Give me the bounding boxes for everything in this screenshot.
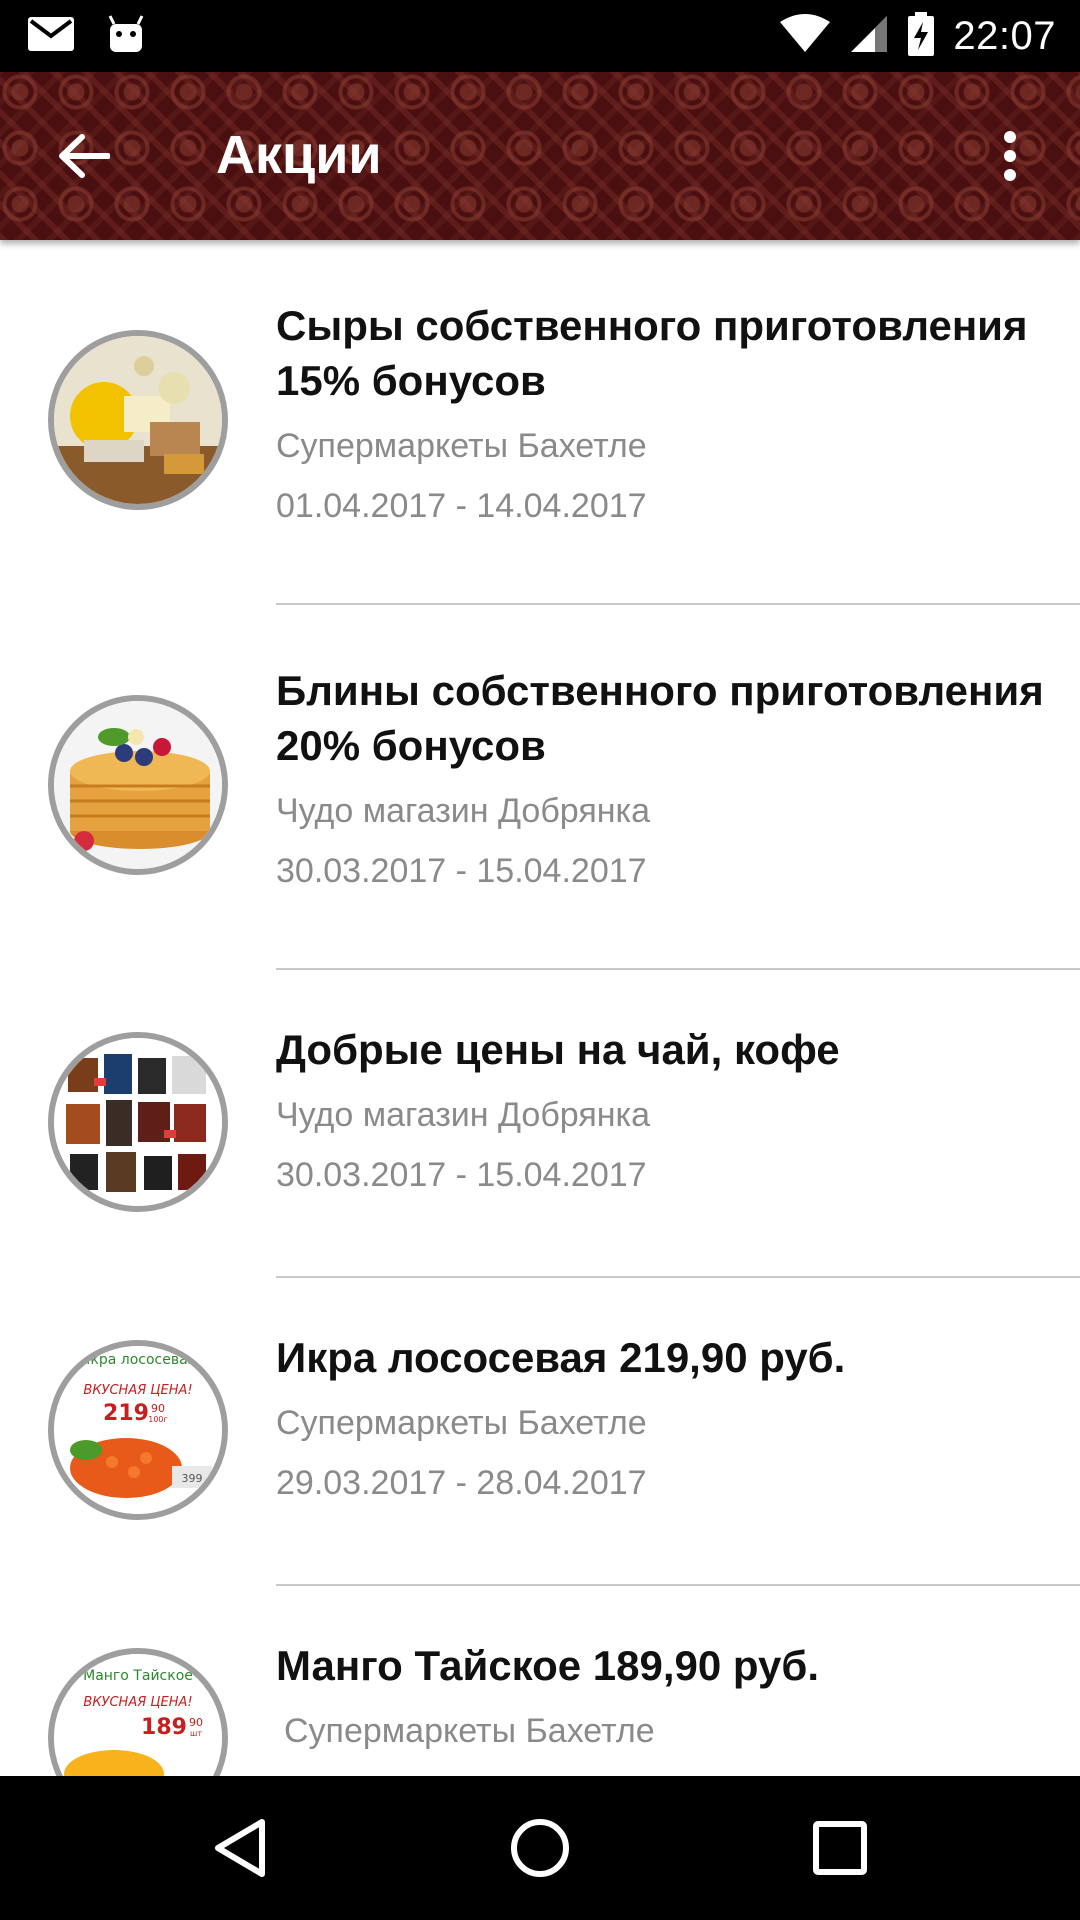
promo-store: Супермаркеты Бахетле [276,1404,647,1442]
back-triangle-icon [215,1819,265,1877]
pancakes-image [48,695,228,875]
promo-item[interactable]: Манго Тайское ВКУСНАЯ ЦЕНА! 189 90 шт Ма… [0,1586,1080,1776]
battery-charging-icon [907,12,935,60]
promo-dates: 30.03.2017 - 15.04.2017 [276,852,647,890]
svg-text:189: 189 [141,1715,187,1740]
promo-dates: 30.03.2017 - 15.04.2017 [276,1156,647,1194]
android-icon [108,14,144,58]
status-time: 22:07 [953,13,1056,58]
svg-text:90: 90 [151,1402,165,1415]
promo-title: Манго Тайское 189,90 руб. [276,1642,819,1689]
promo-dates: 29.03.2017 - 28.04.2017 [276,1464,647,1502]
status-bar: 22:07 [0,0,1080,72]
mango-image: Манго Тайское ВКУСНАЯ ЦЕНА! 189 90 шт [48,1648,228,1776]
promo-store: Чудо магазин Добрянка [276,792,651,830]
nav-back-button[interactable] [200,1808,280,1888]
navigation-bar [0,1776,1080,1920]
page-title: Акции [216,125,382,185]
promo-store: Чудо магазин Добрянка [276,1096,651,1134]
home-circle-icon [511,1819,569,1877]
promotions-list[interactable]: Сыры собственного приготовления 15% бону… [0,240,1080,1776]
svg-text:Манго Тайское: Манго Тайское [83,1668,193,1684]
promo-item[interactable]: Добрые цены на чай, кофе Чудо магазин До… [0,970,1080,1278]
promo-title: Добрые цены на чай, кофе [276,1026,840,1073]
signal-icon [849,14,889,58]
promo-store: Супермаркеты Бахетле [276,427,647,465]
promo-dates: 01.04.2017 - 14.04.2017 [276,487,647,525]
more-vert-icon [1004,131,1016,181]
promo-item[interactable]: Сыры собственного приготовления 15% бону… [0,240,1080,605]
nav-home-button[interactable] [500,1808,580,1888]
nav-recents-button[interactable] [800,1808,880,1888]
recents-square-icon [813,1821,867,1875]
svg-text:шт: шт [190,1729,202,1738]
overflow-menu-button[interactable] [970,116,1050,196]
svg-text:100г: 100г [148,1415,167,1424]
promo-title: Сыры собственного приготовления 15% бону… [276,302,1028,404]
promo-title: Икра лососевая 219,90 руб. [276,1334,846,1381]
svg-text:90: 90 [189,1716,203,1729]
app-bar: Акции [0,72,1080,240]
caviar-image: Икра лососевая ВКУСНАЯ ЦЕНА! 219 90 100г… [48,1340,228,1520]
promo-store: Супермаркеты Бахетле [284,1712,655,1750]
promo-item[interactable]: Блины собственного приготовления 20% бон… [0,605,1080,970]
svg-text:399: 399 [182,1472,203,1485]
wifi-icon [779,14,831,58]
cheese-image [48,330,228,510]
tea-coffee-image [48,1032,228,1212]
svg-text:ВКУСНАЯ ЦЕНА!: ВКУСНАЯ ЦЕНА! [83,1383,192,1398]
svg-text:Икра лососевая: Икра лососевая [80,1352,196,1368]
mail-icon [28,17,74,55]
svg-text:ВКУСНАЯ ЦЕНА!: ВКУСНАЯ ЦЕНА! [83,1695,192,1710]
svg-text:219: 219 [103,1401,149,1426]
promo-title: Блины собственного приготовления 20% бон… [276,667,1044,769]
back-button[interactable] [44,116,124,196]
promo-item[interactable]: Икра лососевая ВКУСНАЯ ЦЕНА! 219 90 100г… [0,1278,1080,1586]
arrow-back-icon [59,134,110,178]
